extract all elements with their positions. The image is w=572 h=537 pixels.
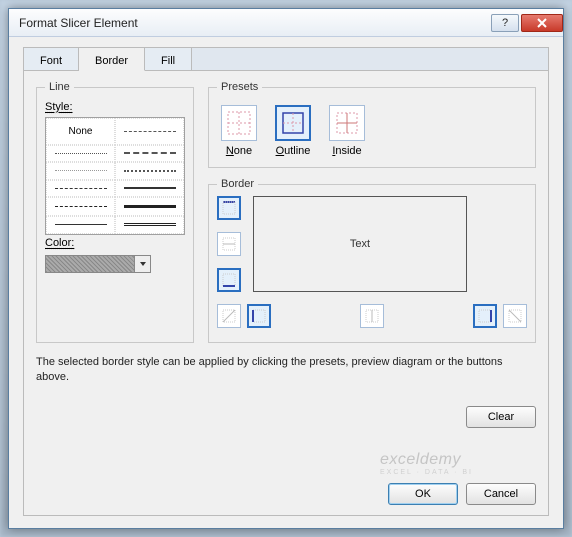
preset-outline-label: Outline: [276, 145, 311, 157]
preset-inside-button[interactable]: [329, 105, 365, 141]
border-diag-up-icon: [221, 308, 237, 324]
color-label: Color:: [45, 237, 185, 249]
border-color-dropdown[interactable]: [135, 255, 151, 273]
style-thick[interactable]: [115, 197, 184, 216]
style-dotted[interactable]: [46, 145, 115, 163]
preset-outline-button[interactable]: [275, 105, 311, 141]
dialog-title: Format Slicer Element: [19, 16, 138, 30]
preset-inside-label: Inside: [332, 145, 361, 157]
ok-button[interactable]: OK: [388, 483, 458, 505]
help-button[interactable]: ?: [491, 14, 519, 32]
hint-text: The selected border style can be applied…: [36, 355, 536, 386]
border-style-list[interactable]: None: [45, 117, 185, 235]
border-panel: Line Style: None: [23, 71, 549, 516]
tab-strip: Font Border Fill: [23, 47, 549, 71]
border-group: Border Text: [208, 178, 536, 343]
line-legend: Line: [45, 81, 74, 93]
border-vertical-button[interactable]: [360, 304, 384, 328]
border-preview[interactable]: Text: [253, 196, 467, 292]
format-slicer-dialog: Format Slicer Element ? Font Border Fill…: [8, 8, 564, 529]
preset-none-label: None: [226, 145, 252, 157]
style-medium[interactable]: [115, 180, 184, 198]
border-left-button[interactable]: [247, 304, 271, 328]
style-none[interactable]: None: [46, 118, 115, 145]
style-double[interactable]: [115, 216, 184, 235]
style-fine-dots[interactable]: [46, 162, 115, 180]
style-dashed[interactable]: [46, 180, 115, 198]
style-dash-long[interactable]: [46, 197, 115, 216]
preset-outline-icon: [280, 110, 306, 136]
border-diag-up-button[interactable]: [217, 304, 241, 328]
border-diag-down-icon: [507, 308, 523, 324]
border-diag-down-button[interactable]: [503, 304, 527, 328]
border-legend: Border: [217, 178, 258, 190]
border-left-icon: [251, 308, 267, 324]
presets-legend: Presets: [217, 81, 262, 93]
preset-none-icon: [226, 110, 252, 136]
border-bottom-button[interactable]: [217, 268, 241, 292]
border-horizontal-icon: [221, 236, 237, 252]
line-group: Line Style: None: [36, 81, 194, 343]
border-vertical-icon: [364, 308, 380, 324]
presets-group: Presets None: [208, 81, 536, 168]
preset-none-button[interactable]: [221, 105, 257, 141]
style-label: Style:: [45, 101, 185, 113]
style-dash-dot-thin[interactable]: [115, 118, 184, 145]
tab-font[interactable]: Font: [24, 48, 79, 70]
style-dash-dot-dot[interactable]: [115, 162, 184, 180]
border-color-swatch[interactable]: [45, 255, 135, 273]
border-top-icon: [221, 200, 237, 216]
chevron-down-icon: [139, 260, 147, 268]
close-icon: [537, 18, 547, 28]
border-right-button[interactable]: [473, 304, 497, 328]
titlebar: Format Slicer Element ?: [9, 9, 563, 37]
style-medium-dash-dot[interactable]: [115, 145, 184, 163]
clear-button[interactable]: Clear: [466, 406, 536, 428]
border-horizontal-button[interactable]: [217, 232, 241, 256]
close-button[interactable]: [521, 14, 563, 32]
preset-inside-icon: [334, 110, 360, 136]
cancel-button[interactable]: Cancel: [466, 483, 536, 505]
style-thin[interactable]: [46, 216, 115, 235]
border-top-button[interactable]: [217, 196, 241, 220]
tab-fill[interactable]: Fill: [145, 48, 192, 70]
border-right-icon: [477, 308, 493, 324]
preview-text: Text: [350, 238, 370, 250]
tab-border[interactable]: Border: [79, 48, 145, 71]
border-bottom-icon: [221, 272, 237, 288]
